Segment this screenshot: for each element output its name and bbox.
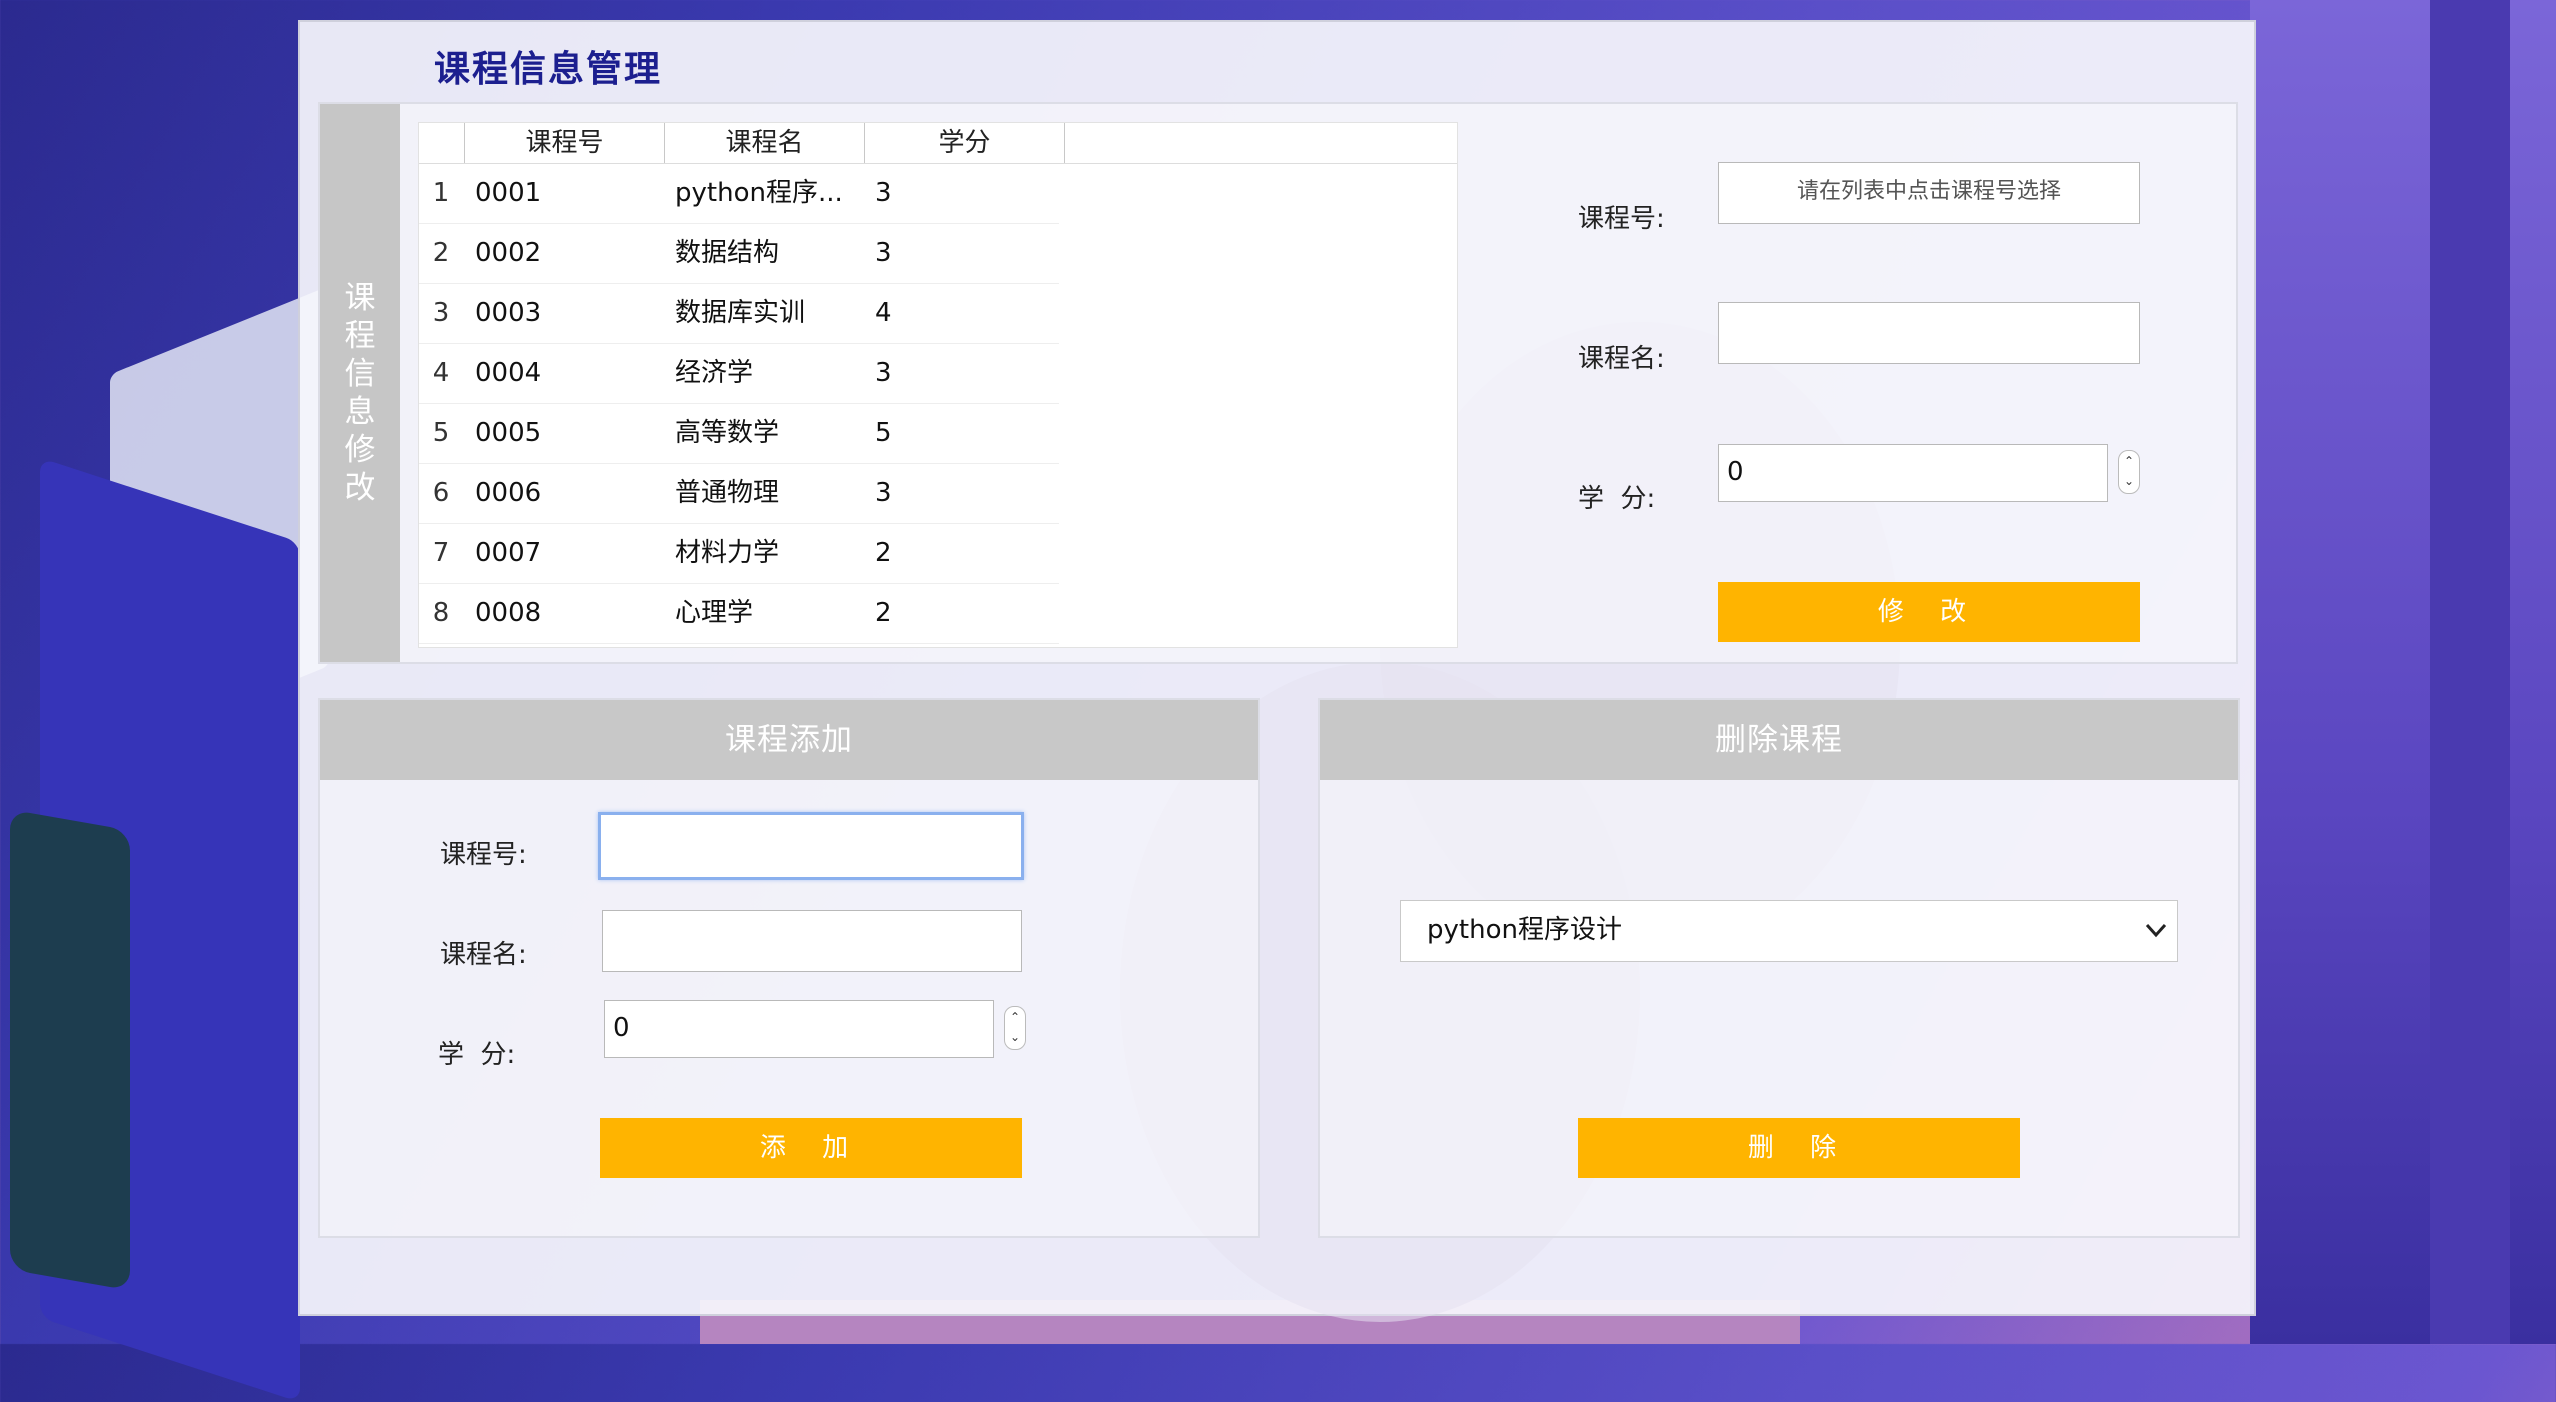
row-number: 3 bbox=[432, 298, 450, 328]
cell-credit[interactable]: 2 bbox=[875, 523, 1065, 583]
add-panel-header: 课程添加 bbox=[320, 700, 1258, 780]
cell-course-name[interactable]: 心理学 bbox=[675, 583, 865, 643]
cell-course-name[interactable]: 材料力学 bbox=[675, 523, 865, 583]
edit-course-name-label: 课程名: bbox=[1578, 344, 1665, 374]
table-row[interactable]: 3 0003 数据库实训 4 bbox=[419, 283, 1059, 344]
table-header: 课程号 课程名 学分 bbox=[419, 123, 1457, 164]
edit-side-label: 课程信息修改 bbox=[320, 104, 400, 662]
row-number: 5 bbox=[432, 418, 450, 448]
course-select-dropdown[interactable]: python程序设计 bbox=[1400, 900, 2178, 962]
cell-credit[interactable]: 3 bbox=[875, 223, 1065, 283]
edit-credit-label: 学 分: bbox=[1578, 484, 1656, 514]
chevron-down-icon bbox=[2145, 923, 2167, 938]
row-number: 1 bbox=[432, 178, 450, 208]
cell-credit[interactable]: 5 bbox=[875, 403, 1065, 463]
cell-course-id[interactable]: 0005 bbox=[475, 403, 665, 463]
cell-course-id[interactable]: 0001 bbox=[475, 163, 665, 223]
cell-course-id[interactable]: 0008 bbox=[475, 583, 665, 643]
cell-credit[interactable]: 3 bbox=[875, 463, 1065, 523]
cell-course-name[interactable]: 数据结构 bbox=[675, 223, 865, 283]
cell-credit[interactable]: 4 bbox=[875, 283, 1065, 343]
cell-course-id[interactable]: 0003 bbox=[475, 283, 665, 343]
course-select-value: python程序设计 bbox=[1427, 915, 1622, 945]
table-row[interactable]: 2 0002 数据结构 3 bbox=[419, 223, 1059, 284]
cell-course-id[interactable]: 0004 bbox=[475, 343, 665, 403]
cell-course-name[interactable]: 数据库实训 bbox=[675, 283, 865, 343]
background-shelf bbox=[2250, 0, 2556, 1344]
row-number: 7 bbox=[432, 538, 450, 568]
table-row[interactable]: 1 0001 python程序... 3 bbox=[419, 163, 1059, 224]
cell-course-name[interactable]: 普通物理 bbox=[675, 463, 865, 523]
cell-course-name[interactable]: 高等数学 bbox=[675, 403, 865, 463]
column-header-course-id[interactable]: 课程号 bbox=[465, 123, 665, 163]
cell-course-id[interactable]: 0007 bbox=[475, 523, 665, 583]
course-delete-panel: 删除课程 python程序设计 删 除 bbox=[1318, 698, 2240, 1238]
delete-button[interactable]: 删 除 bbox=[1578, 1118, 2020, 1178]
modify-button[interactable]: 修 改 bbox=[1718, 582, 2140, 642]
cell-course-name[interactable]: 经济学 bbox=[675, 343, 865, 403]
row-number: 2 bbox=[432, 238, 450, 268]
add-course-id-input[interactable] bbox=[598, 812, 1024, 880]
table-row[interactable]: 6 0006 普通物理 3 bbox=[419, 463, 1059, 524]
delete-panel-header: 删除课程 bbox=[1320, 700, 2238, 780]
edit-course-id-label: 课程号: bbox=[1578, 204, 1665, 234]
column-header-credit[interactable]: 学分 bbox=[865, 123, 1065, 163]
edit-course-name-input[interactable] bbox=[1718, 302, 2140, 364]
course-edit-panel: 课程信息修改 课程号 课程名 学分 1 0001 python程序... 3 2… bbox=[318, 102, 2238, 664]
course-add-panel: 课程添加 课程号: 课程名: 学 分: 0 ⌃ ⌄ 添 加 bbox=[318, 698, 1260, 1238]
row-number-header bbox=[419, 123, 465, 163]
table-row[interactable]: 8 0008 心理学 2 bbox=[419, 583, 1059, 644]
table-row[interactable]: 7 0007 材料力学 2 bbox=[419, 523, 1059, 584]
course-management-window: 课程信息管理 课程信息修改 课程号 课程名 学分 1 0001 python程序… bbox=[298, 20, 2256, 1322]
add-button[interactable]: 添 加 bbox=[600, 1118, 1022, 1178]
cell-course-name[interactable]: python程序... bbox=[675, 163, 865, 223]
cell-course-id[interactable]: 0006 bbox=[475, 463, 665, 523]
table-row[interactable]: 5 0005 高等数学 5 bbox=[419, 403, 1059, 464]
background-chair bbox=[10, 809, 130, 1291]
add-credit-stepper[interactable]: ⌃ ⌄ bbox=[1004, 1006, 1026, 1050]
edit-side-label-text: 课程信息修改 bbox=[344, 280, 376, 506]
row-number: 6 bbox=[432, 478, 450, 508]
add-course-id-label: 课程号: bbox=[440, 840, 527, 870]
add-course-name-input[interactable] bbox=[602, 910, 1022, 972]
edit-credit-stepper[interactable]: ⌃ ⌄ bbox=[2118, 450, 2140, 494]
cell-credit[interactable]: 3 bbox=[875, 343, 1065, 403]
row-number: 8 bbox=[432, 598, 450, 628]
course-table: 课程号 课程名 学分 1 0001 python程序... 3 2 0002 数… bbox=[418, 122, 1458, 648]
page-title: 课程信息管理 bbox=[434, 49, 663, 90]
table-row[interactable]: 4 0004 经济学 3 bbox=[419, 343, 1059, 404]
edit-credit-input[interactable]: 0 bbox=[1718, 444, 2108, 502]
cell-credit[interactable]: 2 bbox=[875, 583, 1065, 643]
cell-course-id[interactable]: 0002 bbox=[475, 223, 665, 283]
row-number: 4 bbox=[432, 358, 450, 388]
cell-credit[interactable]: 3 bbox=[875, 163, 1065, 223]
edit-course-id-input[interactable]: 请在列表中点击课程号选择 bbox=[1718, 162, 2140, 224]
add-credit-input[interactable]: 0 bbox=[604, 1000, 994, 1058]
add-course-name-label: 课程名: bbox=[440, 940, 527, 970]
background-shelf-edge bbox=[2430, 0, 2510, 1344]
add-credit-label: 学 分: bbox=[438, 1040, 516, 1070]
column-header-course-name[interactable]: 课程名 bbox=[665, 123, 865, 163]
